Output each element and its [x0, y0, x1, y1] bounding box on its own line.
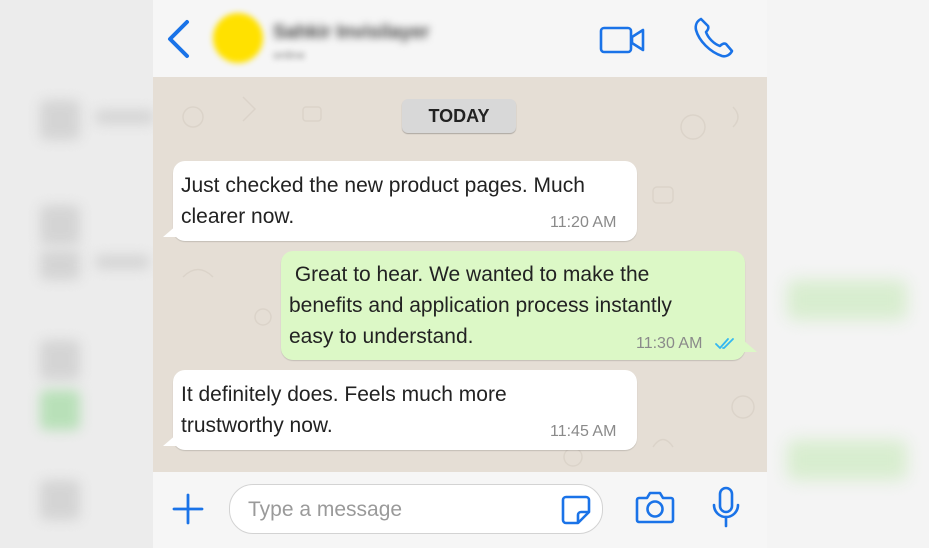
message-line: trustworthy now. [181, 414, 333, 437]
message-bubble-outgoing[interactable]: Great to hear. We wanted to make the ben… [281, 251, 757, 360]
camera-button[interactable] [635, 489, 675, 525]
date-separator: TODAY [402, 99, 516, 133]
contact-name[interactable]: Sahkir Invisilayer [273, 22, 429, 44]
background-left-panel [0, 0, 153, 548]
bubble-tail [163, 434, 177, 446]
message-input-container[interactable] [229, 484, 603, 534]
camera-icon [635, 491, 675, 524]
voice-call-button[interactable] [691, 15, 737, 61]
chat-header: Sahkir Invisilayer online [153, 0, 767, 77]
message-input[interactable] [246, 493, 550, 527]
message-line: It definitely does. Feels much more [181, 383, 507, 406]
message-bubble-incoming[interactable]: Just checked the new product pages. Much… [163, 161, 637, 241]
message-time: 11:20 AM [550, 214, 617, 231]
bubble-tail [743, 340, 757, 352]
microphone-icon [712, 486, 740, 528]
message-list[interactable]: TODAY Just checked the new product pages… [153, 77, 767, 472]
voice-message-button[interactable] [709, 486, 743, 530]
composer-bar [153, 472, 767, 548]
phone-call-icon [694, 17, 734, 58]
chat-window: Sahkir Invisilayer online TODAY Just che… [153, 0, 767, 548]
video-call-button[interactable] [599, 24, 647, 56]
contact-status: online [273, 48, 306, 62]
message-time: 11:45 AM [550, 423, 617, 440]
plus-icon [172, 493, 204, 525]
sticker-icon [561, 495, 591, 525]
message-line: Great to hear. We wanted to make the [289, 263, 650, 286]
message-line: Just checked the new product pages. Much [181, 174, 585, 197]
message-time: 11:30 AM [636, 335, 703, 352]
message-line: clearer now. [181, 205, 295, 228]
read-receipt-icon [715, 338, 734, 349]
back-icon [168, 20, 189, 58]
message-bubble-incoming[interactable]: It definitely does. Feels much more trus… [163, 370, 637, 450]
message-text: Great to hear. We wanted to make the ben… [289, 259, 672, 352]
bubble-tail [163, 225, 177, 237]
sticker-button[interactable] [560, 494, 592, 526]
message-text: Just checked the new product pages. Much… [181, 170, 585, 232]
message-line: benefits and application process instant… [289, 294, 672, 317]
message-line: easy to understand. [289, 325, 474, 348]
message-text: It definitely does. Feels much more trus… [181, 379, 507, 441]
attach-button[interactable] [171, 492, 205, 526]
video-call-icon [599, 26, 645, 54]
background-right-panel [767, 0, 929, 548]
contact-avatar[interactable] [213, 13, 263, 63]
back-button[interactable] [163, 18, 193, 60]
